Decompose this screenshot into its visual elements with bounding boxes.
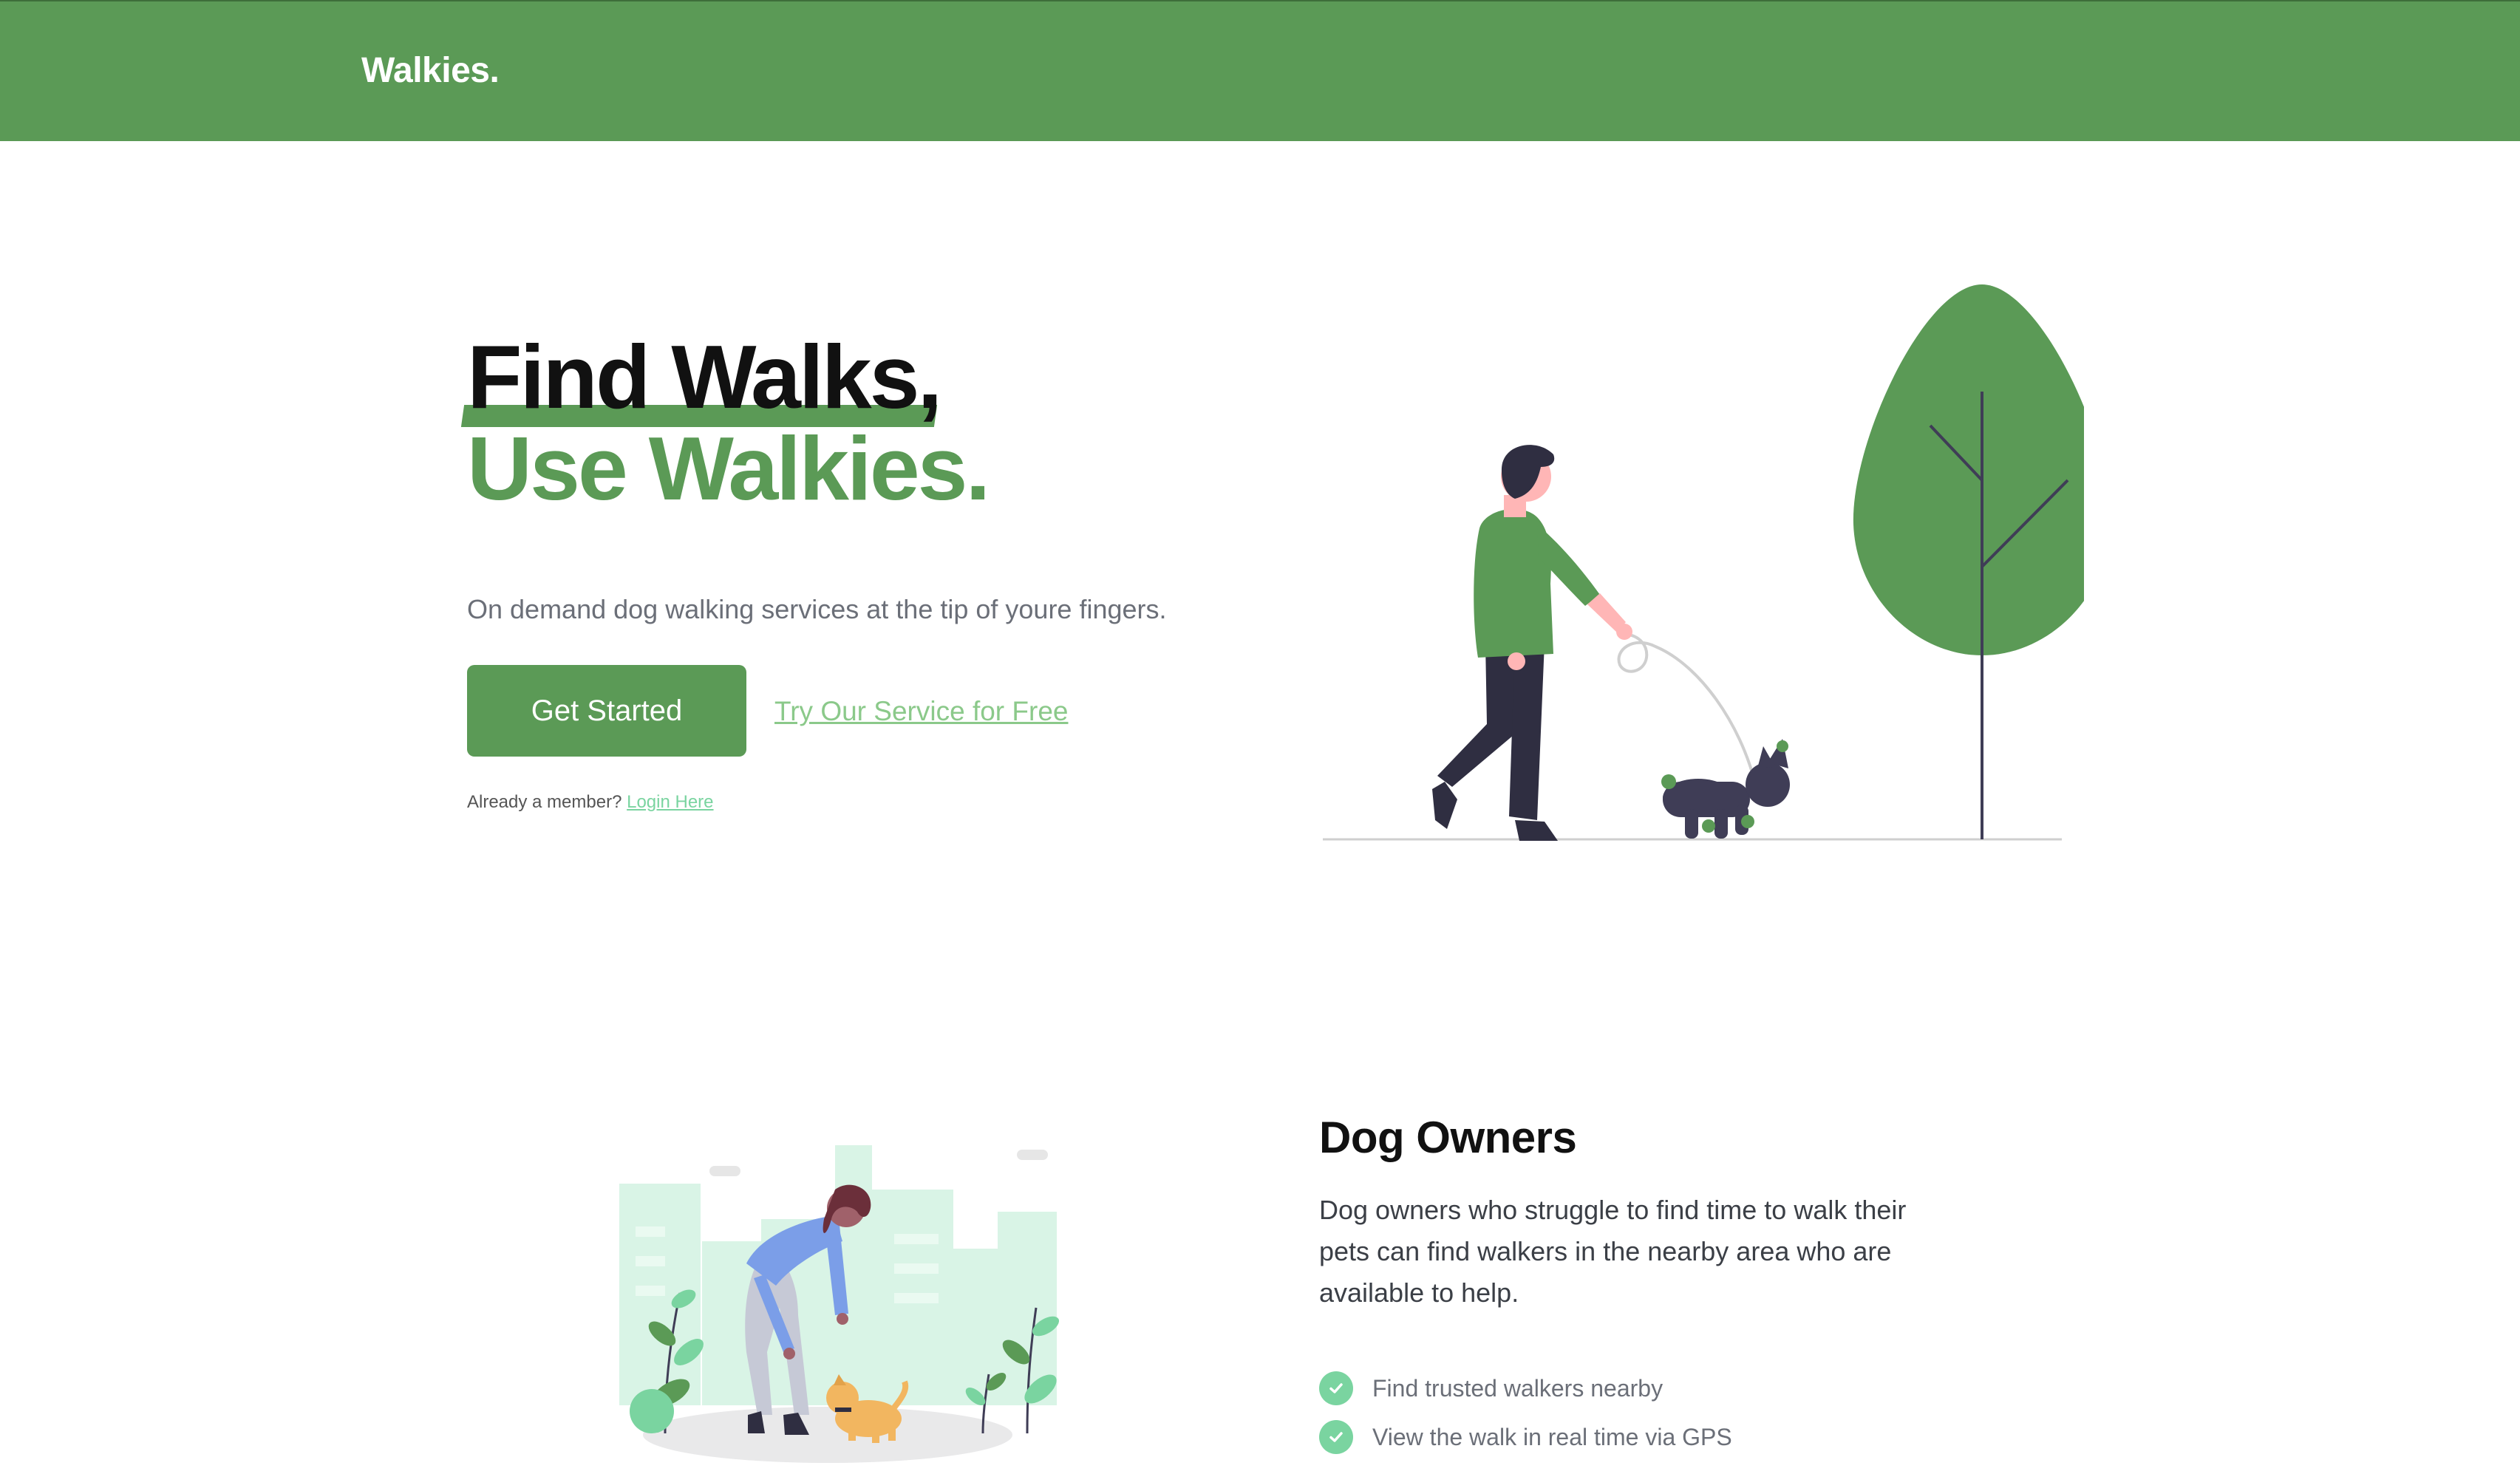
check-circle-icon [1319,1420,1353,1454]
hero-title: Find Walks, [467,327,942,427]
login-link[interactable]: Login Here [627,792,713,812]
check-circle-icon [1319,1371,1353,1405]
brand-logo[interactable]: Walkies. [361,50,500,91]
woman-petting-dog-city-illustration [619,1145,1060,1463]
feature-label: Find trusted walkers nearby [1372,1374,1663,1402]
try-free-link[interactable]: Try Our Service for Free [774,696,1068,727]
feature-item: Find trusted walkers nearby [1319,1364,1732,1413]
hero-subtitle: On demand dog walking services at the ti… [467,594,1167,624]
dog-owners-title: Dog Owners [1319,1113,1577,1162]
dog-owners-description: Dog owners who struggle to find time to … [1319,1195,1907,1308]
feature-label: View the walk in real time via GPS [1372,1423,1732,1450]
top-navbar: Walkies. [0,0,2520,141]
feature-item: View the walk in real time via GPS [1319,1413,1732,1461]
man-walking-dog-illustration [1323,284,2084,841]
dog-owners-feature-list: Find trusted walkers nearby View the wal… [1319,1364,1732,1461]
member-prompt: Already a member? [467,792,622,812]
hero-title-line2: Use Walkies. [467,418,990,519]
get-started-button[interactable]: Get Started [467,665,746,757]
member-login-line: Already a member? Login Here [467,792,714,813]
hero-title-line1: Find Walks, [467,327,942,427]
